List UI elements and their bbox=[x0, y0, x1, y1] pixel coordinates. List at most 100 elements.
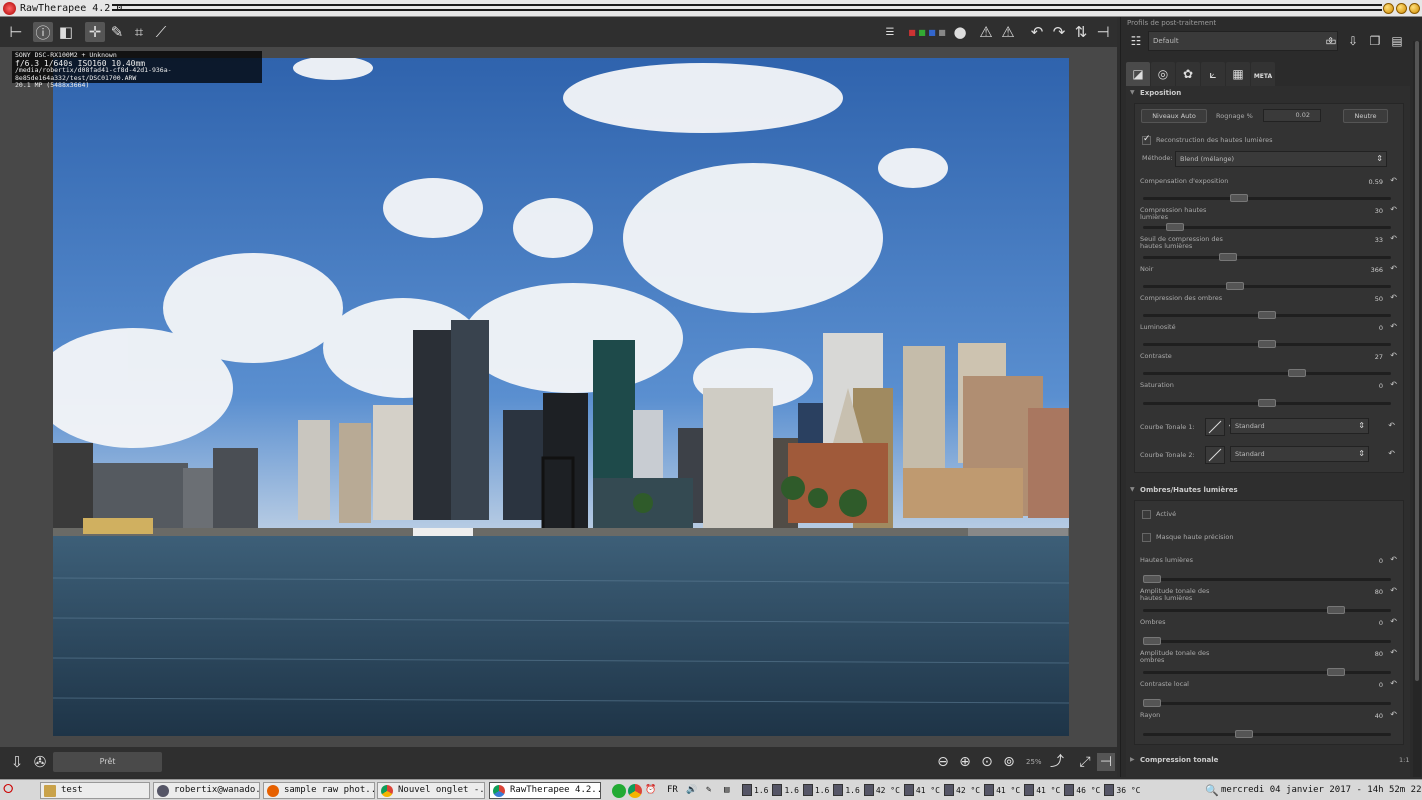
reset-icon[interactable]: ↶ bbox=[1390, 380, 1397, 389]
zoom-100-icon[interactable]: ⊚ bbox=[1000, 753, 1018, 771]
slider-thumb[interactable] bbox=[1143, 699, 1161, 707]
slider-track[interactable] bbox=[1143, 606, 1391, 614]
rotate-left-icon[interactable]: ↶ bbox=[1027, 22, 1047, 42]
focus-mask-icon[interactable]: ● bbox=[950, 22, 970, 42]
monitor-icon[interactable] bbox=[772, 784, 783, 796]
slider-track[interactable] bbox=[1143, 194, 1391, 203]
zoom-fit-icon[interactable]: ⊙ bbox=[978, 753, 996, 771]
reset-icon[interactable]: ↶ bbox=[1390, 322, 1397, 331]
save-profile-icon[interactable]: ⇩ bbox=[1343, 31, 1363, 51]
slider-track[interactable] bbox=[1143, 310, 1391, 319]
slider-thumb[interactable] bbox=[1143, 637, 1161, 645]
new-detail-window-icon[interactable]: ⤴ bbox=[1048, 753, 1066, 771]
paste-profile-icon[interactable]: ▤ bbox=[1387, 31, 1407, 51]
enabled-checkbox[interactable] bbox=[1142, 510, 1151, 519]
hand-tool-icon[interactable]: ✛ bbox=[85, 22, 105, 42]
open-profile-icon[interactable]: ▭ bbox=[1321, 31, 1341, 51]
reset-icon[interactable]: ↶ bbox=[1388, 449, 1395, 458]
printer-icon[interactable]: ▤ bbox=[724, 783, 729, 798]
slider-thumb[interactable] bbox=[1226, 281, 1244, 290]
slider-thumb[interactable] bbox=[1230, 194, 1248, 203]
slider-value[interactable]: 366 bbox=[1371, 266, 1383, 274]
slider-value[interactable]: 30 bbox=[1375, 207, 1383, 215]
info-icon[interactable]: ⓘ bbox=[33, 22, 53, 42]
method-select[interactable]: Blend (mélange) ⇕ bbox=[1175, 151, 1387, 167]
clipped-highlights-icon[interactable]: ⚠ bbox=[998, 22, 1018, 42]
slider-thumb[interactable] bbox=[1258, 398, 1276, 407]
slider-thumb[interactable] bbox=[1143, 575, 1161, 583]
slider-value[interactable]: 0 bbox=[1379, 619, 1383, 627]
shadows-header[interactable]: ▼ Ombres/Hautes lumières bbox=[1126, 483, 1410, 497]
copy-profile-icon[interactable]: ❐ bbox=[1365, 31, 1385, 51]
slider-track[interactable] bbox=[1143, 340, 1391, 349]
hq-checkbox[interactable] bbox=[1142, 533, 1151, 542]
slider-thumb[interactable] bbox=[1258, 310, 1276, 319]
zoom-out-icon[interactable]: ⊖ bbox=[934, 753, 952, 771]
monitor-icon[interactable] bbox=[1104, 784, 1115, 796]
slider-track[interactable] bbox=[1143, 637, 1391, 645]
slider-value[interactable]: 0 bbox=[1379, 681, 1383, 689]
reset-icon[interactable]: ↶ bbox=[1390, 555, 1397, 564]
monitor-icon[interactable] bbox=[863, 784, 874, 796]
neutral-button[interactable]: Neutre bbox=[1343, 109, 1388, 123]
reset-icon[interactable]: ↶ bbox=[1390, 176, 1397, 185]
slider-track[interactable] bbox=[1143, 398, 1391, 407]
slider-thumb[interactable] bbox=[1327, 606, 1345, 614]
reset-icon[interactable]: ↶ bbox=[1390, 586, 1397, 595]
transform-tab[interactable]: ⟀ bbox=[1201, 62, 1225, 86]
keyboard-layout[interactable]: FR bbox=[667, 783, 678, 798]
slider-value[interactable]: 0 bbox=[1379, 557, 1383, 565]
curve1-select[interactable]: Standard ⇕ bbox=[1230, 418, 1369, 434]
monitor-icon[interactable] bbox=[1064, 784, 1075, 796]
reset-icon[interactable]: ↶ bbox=[1390, 264, 1397, 273]
slider-track[interactable] bbox=[1143, 699, 1391, 707]
edit-tray-icon[interactable]: ✎ bbox=[706, 783, 711, 798]
slider-value[interactable]: 0 bbox=[1379, 324, 1383, 332]
slider-value[interactable]: 80 bbox=[1375, 650, 1383, 658]
audio-icon[interactable]: 🔊 bbox=[686, 783, 697, 798]
search-icon[interactable]: 🔍 bbox=[1205, 783, 1219, 798]
profile-list-icon[interactable]: ☷ bbox=[1126, 31, 1146, 51]
minimize-button[interactable] bbox=[1383, 3, 1394, 14]
profile-select[interactable]: Default ⇕ bbox=[1148, 31, 1338, 51]
scrollbar-thumb[interactable] bbox=[1415, 41, 1419, 681]
rotate-right-icon[interactable]: ↷ bbox=[1049, 22, 1069, 42]
slider-thumb[interactable] bbox=[1219, 252, 1237, 261]
slider-value[interactable]: 0 bbox=[1379, 382, 1383, 390]
slider-thumb[interactable] bbox=[1327, 668, 1345, 676]
reset-icon[interactable]: ↶ bbox=[1390, 679, 1397, 688]
slider-track[interactable] bbox=[1143, 369, 1391, 378]
hide-history-icon[interactable]: ⊢ bbox=[6, 22, 26, 42]
task-mail[interactable]: robertix@wanado... bbox=[153, 782, 260, 799]
maximize-button[interactable] bbox=[1396, 3, 1407, 14]
panel-scrollbar[interactable] bbox=[1413, 41, 1421, 777]
network-icon[interactable] bbox=[612, 784, 626, 798]
preview-canvas[interactable]: SONY DSC-RX100M2 + Unknown f/6.3 1/640s … bbox=[0, 47, 1117, 747]
zoom-in-icon[interactable]: ⊕ bbox=[956, 753, 974, 771]
monitor-icon[interactable] bbox=[1024, 784, 1035, 796]
slider-track[interactable] bbox=[1143, 730, 1391, 738]
reset-icon[interactable]: ↶ bbox=[1390, 648, 1397, 657]
start-menu-icon[interactable]: ⭘ bbox=[3, 782, 19, 798]
preview-mode-icon[interactable]: ☰ bbox=[880, 22, 900, 42]
slider-thumb[interactable] bbox=[1166, 223, 1184, 232]
close-button[interactable] bbox=[1409, 3, 1420, 14]
reset-icon[interactable]: ↶ bbox=[1390, 351, 1397, 360]
auto-levels-button[interactable]: Niveaux Auto bbox=[1141, 109, 1207, 123]
slider-track[interactable] bbox=[1143, 223, 1391, 232]
clock-tray-icon[interactable]: ⏰ bbox=[645, 783, 656, 798]
hide-tools-icon[interactable]: ⊣ bbox=[1093, 22, 1113, 42]
editor-tool-icon[interactable]: ✇ bbox=[30, 752, 50, 772]
curve2-select[interactable]: Standard ⇕ bbox=[1230, 446, 1369, 462]
flip-icon[interactable]: ⇅ bbox=[1071, 22, 1091, 42]
reset-icon[interactable]: ↶ bbox=[1390, 234, 1397, 243]
exposure-header[interactable]: ▼ Exposition bbox=[1126, 86, 1410, 100]
curve2-editor-icon[interactable] bbox=[1205, 446, 1225, 464]
reset-icon[interactable]: ↶ bbox=[1390, 617, 1397, 626]
clipped-shadows-icon[interactable]: ⚠ bbox=[976, 22, 996, 42]
photo-preview[interactable] bbox=[53, 58, 1069, 736]
slider-track[interactable] bbox=[1143, 575, 1391, 583]
slider-thumb[interactable] bbox=[1258, 340, 1276, 349]
task-chrome[interactable]: Nouvel onglet -... bbox=[377, 782, 485, 799]
luminance-channel-icon[interactable]: ■ bbox=[932, 22, 952, 42]
